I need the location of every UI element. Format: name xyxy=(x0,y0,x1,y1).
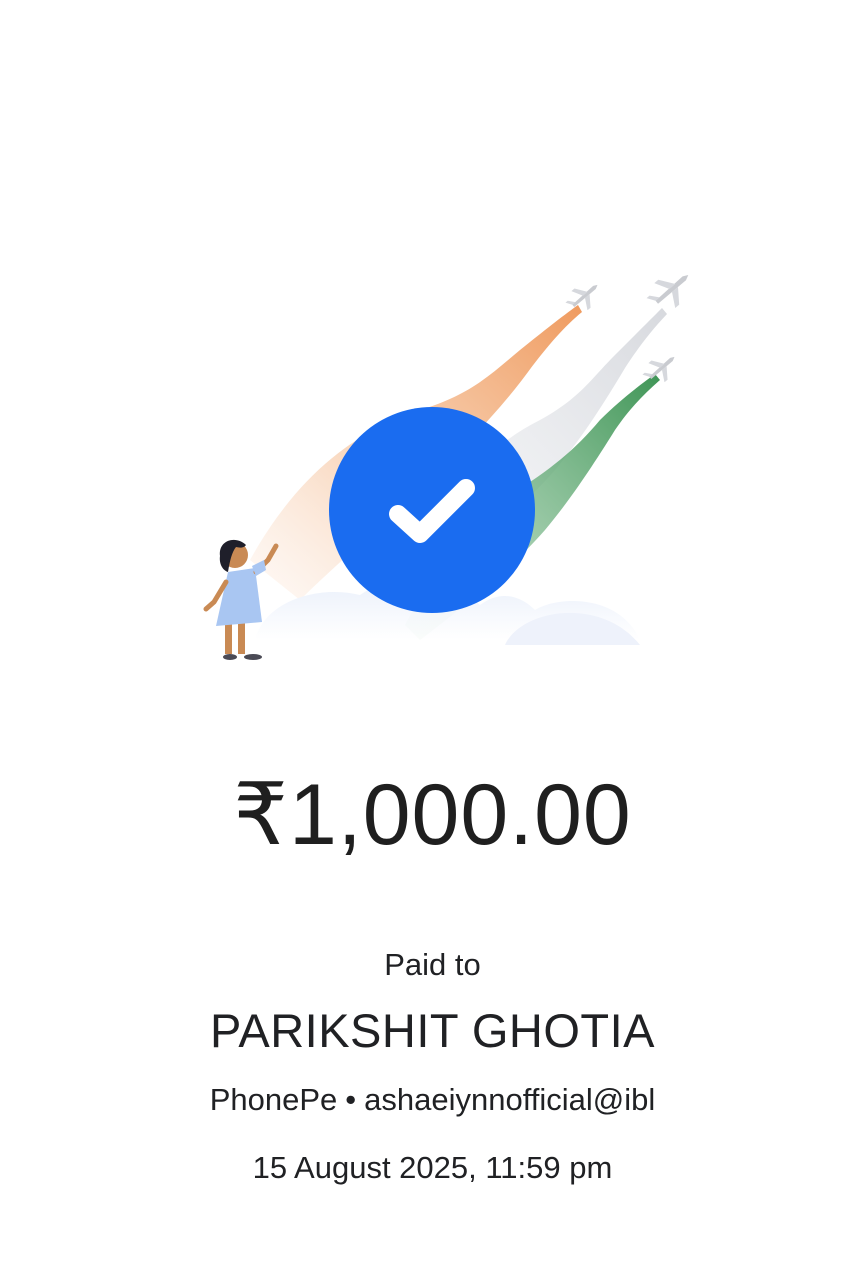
payment-amount: ₹1,000.00 xyxy=(233,767,632,863)
paid-to-label: Paid to xyxy=(384,947,481,982)
jet-icon xyxy=(646,274,689,308)
separator-dot: • xyxy=(345,1082,357,1117)
transaction-datetime: 15 August 2025, 11:59 pm xyxy=(252,1150,613,1185)
jet-icon xyxy=(565,284,598,311)
payee-details: PhonePe • ashaeiynnofficial@ibl xyxy=(0,1082,865,1118)
payee-upi-id: ashaeiynnofficial@ibl xyxy=(364,1082,656,1117)
success-illustration xyxy=(203,274,689,660)
payee-app: PhonePe xyxy=(209,1082,338,1117)
payee-name: PARIKSHIT GHOTIA xyxy=(210,1004,655,1057)
